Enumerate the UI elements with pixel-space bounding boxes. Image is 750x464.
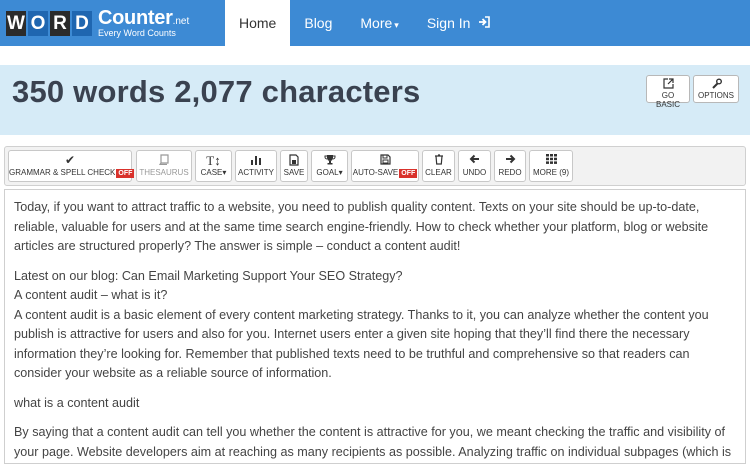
case-label: CASE [200,168,223,177]
arrow-right-icon [495,154,525,168]
editor-paragraph: A content audit is a basic element of ev… [14,307,709,381]
auto-save-status-badge: OFF [399,169,418,178]
logo-letter-d: D [72,10,92,36]
undo-button[interactable]: UNDO [458,150,491,182]
options-label: OPTIONS [698,91,735,100]
external-link-icon [651,78,685,91]
goal-caret-icon: ▾ [338,168,343,177]
activity-button[interactable]: ACTIVITY [235,150,277,182]
nav-blog[interactable]: Blog [290,0,346,46]
thesaurus-label: THESAURUS [139,168,189,177]
counter-panel: 350 words 2,077 characters GO BASIC OPTI… [0,65,750,135]
goal-button[interactable]: GOAL▾ [311,150,348,182]
save-label: SAVE [283,168,305,177]
editor-paragraph: A content audit – what is it? [14,288,168,302]
redo-label: REDO [498,168,522,177]
redo-button[interactable]: REDO [494,150,526,182]
case-button[interactable]: T↕ CASE▾ [195,150,232,182]
word-character-count: 350 words 2,077 characters [12,74,421,109]
auto-save-button[interactable]: AUTO-SAVE OFF [351,150,419,182]
main-nav: Home Blog More ▾ Sign In [225,0,505,46]
nav-sign-in[interactable]: Sign In [413,0,505,46]
wrench-icon [698,78,734,91]
more-tools-button[interactable]: MORE (9) [529,150,573,182]
options-button[interactable]: OPTIONS [693,75,739,103]
save-button[interactable]: SAVE [280,150,308,182]
editor-paragraph: Today, if you want to attract traffic to… [14,200,709,253]
go-basic-label: GO BASIC [655,91,680,109]
chevron-down-icon: ▾ [394,20,399,30]
grammar-label: GRAMMAR & SPELL CHECK [9,168,116,177]
site-logo[interactable]: W O R D Counter.net Every Word Counts [6,5,189,41]
editor-paragraph: By saying that a content audit can tell … [14,425,732,459]
editor-paragraph: what is a content audit [14,395,140,410]
sign-in-icon [474,16,491,31]
logo-suffix: .net [172,16,190,27]
trash-icon [423,154,454,168]
top-navbar: W O R D Counter.net Every Word Counts Ho… [0,0,750,46]
undo-label: UNDO [462,168,487,177]
more-tools-label: MORE (9) [533,168,569,177]
nav-more[interactable]: More ▾ [346,0,412,46]
nav-home[interactable]: Home [225,0,291,46]
goal-label: GOAL [316,168,339,177]
text-editor[interactable]: Today, if you want to attract traffic to… [4,189,746,464]
text-case-icon: T↕ [206,153,221,168]
bar-chart-icon [236,154,276,168]
check-icon: ✔ [64,153,76,167]
auto-save-label: AUTO-SAVE [352,168,399,177]
grid-icon [530,154,572,168]
logo-letter-o: O [28,10,48,36]
grammar-spell-check-button[interactable]: ✔ GRAMMAR & SPELL CHECK OFF [8,150,135,182]
clear-label: CLEAR [425,168,452,177]
activity-label: ACTIVITY [237,168,274,177]
book-icon [137,154,191,168]
logo-letter-w: W [6,10,26,36]
logo-letter-r: R [50,10,70,36]
arrow-left-icon [459,154,490,168]
nav-more-label: More [360,15,393,31]
floppy-disk-icon [352,154,418,168]
clear-button[interactable]: CLEAR [422,150,455,182]
logo-name: Counter [98,7,173,29]
case-caret-icon: ▾ [222,168,227,177]
trophy-icon [312,154,347,168]
thesaurus-button[interactable]: THESAURUS [136,150,192,182]
logo-wordmark: Counter.net Every Word Counts [98,8,189,38]
editor-toolbar: ✔ GRAMMAR & SPELL CHECK OFF THESAURUS T↕ … [4,146,746,186]
save-file-icon [281,154,307,168]
logo-tagline: Every Word Counts [98,28,176,38]
nav-sign-in-label: Sign In [426,15,471,31]
grammar-status-badge: OFF [116,169,135,178]
go-basic-button[interactable]: GO BASIC [646,75,690,109]
editor-paragraph: Latest on our blog: Can Email Marketing … [14,268,403,283]
